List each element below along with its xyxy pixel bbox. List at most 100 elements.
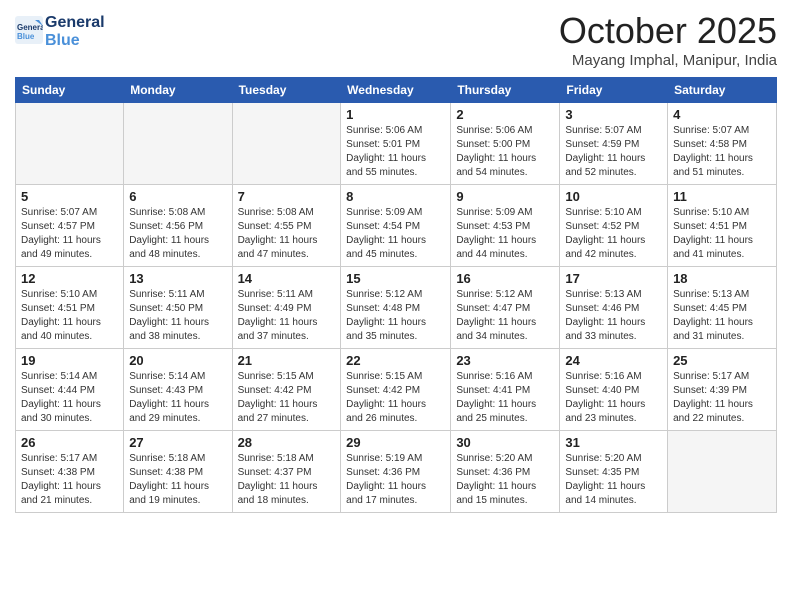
day-number: 26 — [21, 435, 118, 450]
calendar-cell: 8Sunrise: 5:09 AM Sunset: 4:54 PM Daylig… — [341, 185, 451, 267]
day-info: Sunrise: 5:18 AM Sunset: 4:38 PM Dayligh… — [129, 452, 226, 508]
day-info: Sunrise: 5:14 AM Sunset: 4:44 PM Dayligh… — [21, 370, 118, 426]
day-number: 28 — [238, 435, 336, 450]
calendar-cell: 9Sunrise: 5:09 AM Sunset: 4:53 PM Daylig… — [451, 185, 560, 267]
calendar-cell: 16 Sunrise: 5:12 AM Sunset: 4:47 PM Dayli… — [451, 267, 560, 349]
calendar-cell: 5Sunrise: 5:07 AM Sunset: 4:57 PM Daylig… — [16, 185, 124, 267]
day-number: 21 — [238, 353, 336, 368]
calendar-cell — [124, 103, 232, 185]
calendar-week-row: 1Sunrise: 5:06 AM Sunset: 5:01 PM Daylig… — [16, 103, 777, 185]
calendar-cell: 12 Sunrise: 5:10 AM Sunset: 4:51 PM Dayli… — [16, 267, 124, 349]
day-info: Sunrise: 5:08 AM Sunset: 4:56 PM Dayligh… — [129, 206, 226, 262]
weekday-header-row: Sunday Monday Tuesday Wednesday Thursday… — [16, 78, 777, 103]
day-number: 27 — [129, 435, 226, 450]
day-info: Sunrise: 5:12 AM Sunset: 4:47 PM Dayligh… — [456, 288, 554, 344]
day-number: 7 — [238, 189, 336, 204]
day-info: Sunrise: 5:17 AM Sunset: 4:39 PM Dayligh… — [673, 370, 771, 426]
calendar-cell: 13 Sunrise: 5:11 AM Sunset: 4:50 PM Dayli… — [124, 267, 232, 349]
day-info: Sunrise: 5:14 AM Sunset: 4:43 PM Dayligh… — [129, 370, 226, 426]
header-monday: Monday — [124, 78, 232, 103]
calendar-cell: 28Sunrise: 5:18 AM Sunset: 4:37 PM Dayli… — [232, 431, 341, 513]
calendar-cell: 19 Sunrise: 5:14 AM Sunset: 4:44 PM Dayli… — [16, 349, 124, 431]
calendar-cell: 27 Sunrise: 5:18 AM Sunset: 4:38 PM Dayli… — [124, 431, 232, 513]
day-number: 5 — [21, 189, 118, 204]
calendar-cell: 6Sunrise: 5:08 AM Sunset: 4:56 PM Daylig… — [124, 185, 232, 267]
day-info: Sunrise: 5:20 AM Sunset: 4:35 PM Dayligh… — [565, 452, 662, 508]
calendar-week-row: 5Sunrise: 5:07 AM Sunset: 4:57 PM Daylig… — [16, 185, 777, 267]
calendar-cell: 22Sunrise: 5:15 AM Sunset: 4:42 PM Dayli… — [341, 349, 451, 431]
calendar-cell — [232, 103, 341, 185]
calendar-cell: 14 Sunrise: 5:11 AM Sunset: 4:49 PM Dayli… — [232, 267, 341, 349]
calendar-cell: 17Sunrise: 5:13 AM Sunset: 4:46 PM Dayli… — [560, 267, 668, 349]
logo: General Blue General Blue — [15, 14, 105, 49]
calendar-cell: 30 Sunrise: 5:20 AM Sunset: 4:36 PM Dayli… — [451, 431, 560, 513]
header-saturday: Saturday — [668, 78, 777, 103]
day-info: Sunrise: 5:11 AM Sunset: 4:49 PM Dayligh… — [238, 288, 336, 344]
day-number: 31 — [565, 435, 662, 450]
calendar-cell: 3 Sunrise: 5:07 AM Sunset: 4:59 PM Daylig… — [560, 103, 668, 185]
calendar-cell: 10 Sunrise: 5:10 AM Sunset: 4:52 PM Dayli… — [560, 185, 668, 267]
day-info: Sunrise: 5:10 AM Sunset: 4:51 PM Dayligh… — [673, 206, 771, 262]
day-info: Sunrise: 5:13 AM Sunset: 4:46 PM Dayligh… — [565, 288, 662, 344]
day-number: 11 — [673, 189, 771, 204]
header: General Blue General Blue October 2025 M… — [15, 10, 777, 69]
day-info: Sunrise: 5:07 AM Sunset: 4:58 PM Dayligh… — [673, 124, 771, 180]
calendar-cell: 26 Sunrise: 5:17 AM Sunset: 4:38 PM Dayli… — [16, 431, 124, 513]
svg-text:General: General — [17, 23, 43, 32]
header-tuesday: Tuesday — [232, 78, 341, 103]
logo-text-general: General — [45, 14, 105, 32]
calendar-week-row: 12 Sunrise: 5:10 AM Sunset: 4:51 PM Dayli… — [16, 267, 777, 349]
calendar-cell: 21 Sunrise: 5:15 AM Sunset: 4:42 PM Dayli… — [232, 349, 341, 431]
day-number: 22 — [346, 353, 445, 368]
day-number: 3 — [565, 107, 662, 122]
calendar-cell: 4Sunrise: 5:07 AM Sunset: 4:58 PM Daylig… — [668, 103, 777, 185]
header-wednesday: Wednesday — [341, 78, 451, 103]
day-info: Sunrise: 5:09 AM Sunset: 4:53 PM Dayligh… — [456, 206, 554, 262]
calendar-cell: 20Sunrise: 5:14 AM Sunset: 4:43 PM Dayli… — [124, 349, 232, 431]
day-info: Sunrise: 5:13 AM Sunset: 4:45 PM Dayligh… — [673, 288, 771, 344]
day-info: Sunrise: 5:20 AM Sunset: 4:36 PM Dayligh… — [456, 452, 554, 508]
calendar-cell: 15Sunrise: 5:12 AM Sunset: 4:48 PM Dayli… — [341, 267, 451, 349]
calendar-cell: 31 Sunrise: 5:20 AM Sunset: 4:35 PM Dayli… — [560, 431, 668, 513]
calendar-week-row: 19 Sunrise: 5:14 AM Sunset: 4:44 PM Dayli… — [16, 349, 777, 431]
day-number: 1 — [346, 107, 445, 122]
day-number: 23 — [456, 353, 554, 368]
day-number: 16 — [456, 271, 554, 286]
day-info: Sunrise: 5:16 AM Sunset: 4:41 PM Dayligh… — [456, 370, 554, 426]
calendar-cell: 18 Sunrise: 5:13 AM Sunset: 4:45 PM Dayli… — [668, 267, 777, 349]
calendar-cell: 11 Sunrise: 5:10 AM Sunset: 4:51 PM Dayli… — [668, 185, 777, 267]
day-info: Sunrise: 5:19 AM Sunset: 4:36 PM Dayligh… — [346, 452, 445, 508]
day-info: Sunrise: 5:17 AM Sunset: 4:38 PM Dayligh… — [21, 452, 118, 508]
day-info: Sunrise: 5:15 AM Sunset: 4:42 PM Dayligh… — [238, 370, 336, 426]
day-number: 12 — [21, 271, 118, 286]
calendar-cell: 2Sunrise: 5:06 AM Sunset: 5:00 PM Daylig… — [451, 103, 560, 185]
day-number: 10 — [565, 189, 662, 204]
day-info: Sunrise: 5:11 AM Sunset: 4:50 PM Dayligh… — [129, 288, 226, 344]
day-info: Sunrise: 5:09 AM Sunset: 4:54 PM Dayligh… — [346, 206, 445, 262]
day-info: Sunrise: 5:10 AM Sunset: 4:52 PM Dayligh… — [565, 206, 662, 262]
calendar-cell: 7Sunrise: 5:08 AM Sunset: 4:55 PM Daylig… — [232, 185, 341, 267]
day-info: Sunrise: 5:07 AM Sunset: 4:59 PM Dayligh… — [565, 124, 662, 180]
day-number: 15 — [346, 271, 445, 286]
calendar-week-row: 26 Sunrise: 5:17 AM Sunset: 4:38 PM Dayli… — [16, 431, 777, 513]
header-friday: Friday — [560, 78, 668, 103]
day-number: 18 — [673, 271, 771, 286]
logo-text-blue: Blue — [45, 32, 105, 50]
logo-icon: General Blue — [15, 16, 43, 44]
header-thursday: Thursday — [451, 78, 560, 103]
title-block: October 2025 Mayang Imphal, Manipur, Ind… — [559, 10, 777, 69]
calendar-cell: 25Sunrise: 5:17 AM Sunset: 4:39 PM Dayli… — [668, 349, 777, 431]
calendar-cell: 29Sunrise: 5:19 AM Sunset: 4:36 PM Dayli… — [341, 431, 451, 513]
calendar-cell: 24 Sunrise: 5:16 AM Sunset: 4:40 PM Dayli… — [560, 349, 668, 431]
calendar-cell: 23 Sunrise: 5:16 AM Sunset: 4:41 PM Dayli… — [451, 349, 560, 431]
day-number: 30 — [456, 435, 554, 450]
month-title: October 2025 — [559, 10, 777, 52]
day-number: 19 — [21, 353, 118, 368]
day-info: Sunrise: 5:16 AM Sunset: 4:40 PM Dayligh… — [565, 370, 662, 426]
calendar-cell — [668, 431, 777, 513]
day-number: 13 — [129, 271, 226, 286]
day-number: 24 — [565, 353, 662, 368]
day-number: 14 — [238, 271, 336, 286]
header-sunday: Sunday — [16, 78, 124, 103]
day-info: Sunrise: 5:10 AM Sunset: 4:51 PM Dayligh… — [21, 288, 118, 344]
